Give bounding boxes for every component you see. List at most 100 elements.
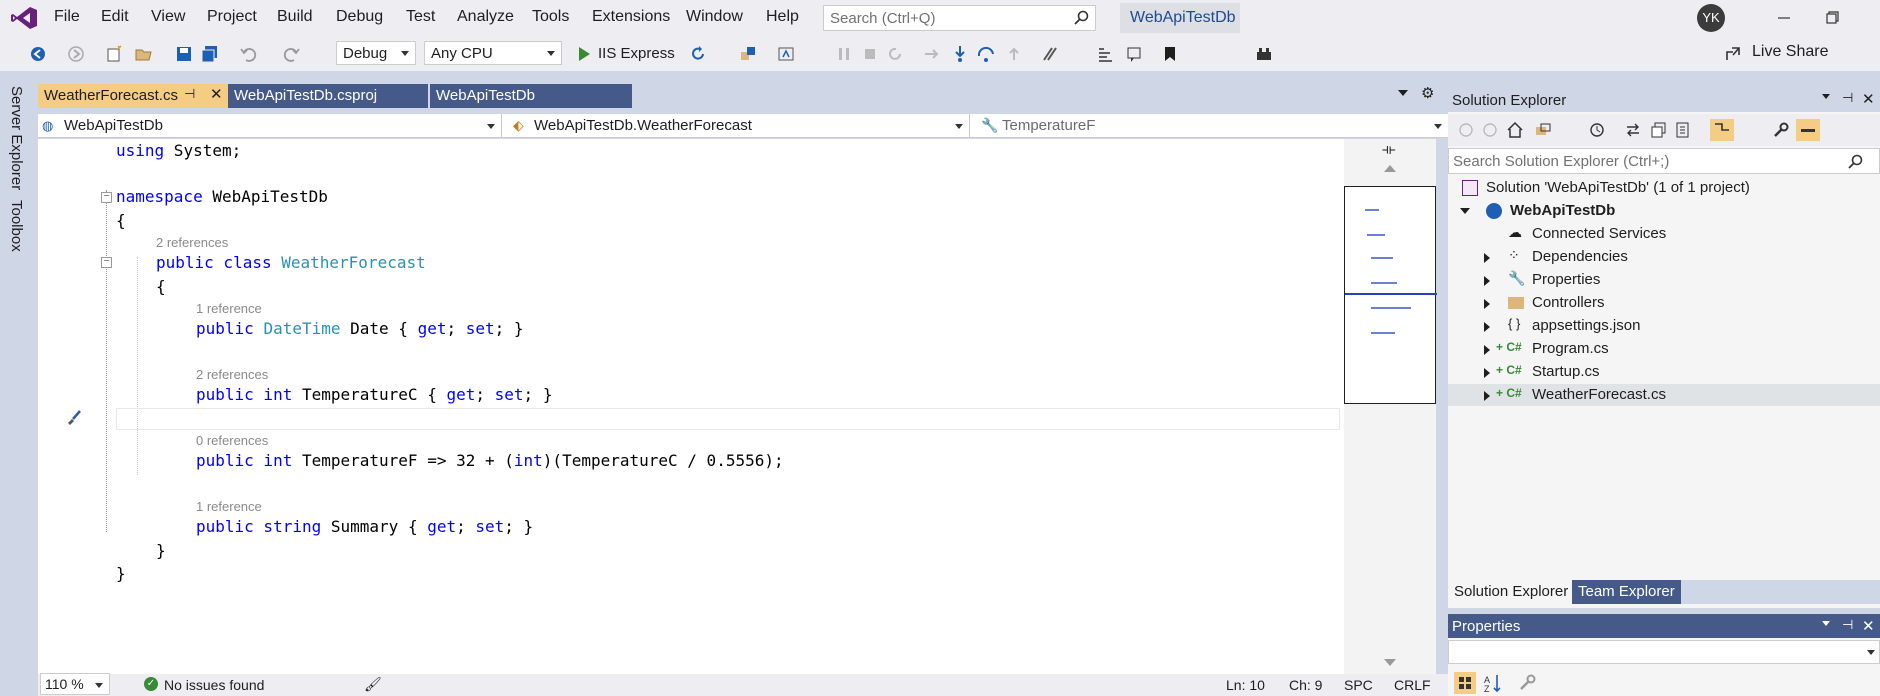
expand-arrow-icon[interactable] bbox=[1484, 299, 1490, 309]
property-pages-wrench-icon[interactable] bbox=[1518, 672, 1538, 692]
expand-arrow-icon[interactable] bbox=[1484, 322, 1490, 332]
scroll-down-icon[interactable] bbox=[1384, 659, 1396, 666]
config-dropdown[interactable]: Debug bbox=[336, 41, 416, 65]
type-dropdown[interactable]: ⬖ WebApiTestDb.WeatherForecast bbox=[508, 114, 970, 138]
close-icon[interactable]: ✕ bbox=[1862, 617, 1875, 635]
expand-arrow-icon[interactable] bbox=[1460, 208, 1470, 214]
menu-analyze[interactable]: Analyze bbox=[457, 8, 514, 26]
alphabetical-icon[interactable]: AZ bbox=[1482, 672, 1504, 694]
window-position-icon[interactable] bbox=[1822, 621, 1830, 626]
close-icon[interactable]: ✕ bbox=[1862, 90, 1875, 108]
whitespace-mode[interactable]: SPC bbox=[1344, 677, 1373, 693]
menu-window[interactable]: Window bbox=[686, 8, 743, 26]
run-target-button[interactable]: IIS Express bbox=[598, 45, 675, 62]
menu-debug[interactable]: Debug bbox=[336, 8, 383, 26]
menu-edit[interactable]: Edit bbox=[101, 8, 129, 26]
undo-icon[interactable] bbox=[238, 44, 258, 64]
format-document-icon[interactable] bbox=[1096, 44, 1116, 64]
expand-arrow-icon[interactable] bbox=[1484, 391, 1490, 401]
expand-arrow-icon[interactable] bbox=[1484, 276, 1490, 286]
tree-item-program[interactable]: + C# Program.cs bbox=[1448, 338, 1880, 360]
redo-icon[interactable] bbox=[282, 44, 302, 64]
restart-icon[interactable] bbox=[886, 44, 906, 64]
history-icon[interactable] bbox=[1588, 121, 1606, 139]
home-icon[interactable] bbox=[1506, 121, 1524, 139]
comment-icon[interactable] bbox=[1124, 44, 1144, 64]
step-over-icon[interactable] bbox=[976, 44, 996, 64]
expand-arrow-icon[interactable] bbox=[1484, 345, 1490, 355]
play-icon[interactable] bbox=[574, 44, 594, 64]
live-share-icon[interactable] bbox=[1724, 44, 1744, 64]
scroll-up-icon[interactable] bbox=[1384, 165, 1396, 172]
solution-explorer-search-input[interactable]: Search Solution Explorer (Ctrl+;) bbox=[1448, 148, 1880, 174]
switch-views-icon[interactable] bbox=[1534, 121, 1552, 139]
codelens-references[interactable]: 2 references bbox=[156, 235, 228, 250]
menu-view[interactable]: View bbox=[151, 8, 185, 26]
refresh-icon[interactable] bbox=[688, 44, 708, 64]
track-active-item-icon[interactable] bbox=[1710, 119, 1734, 141]
tree-item-properties[interactable]: 🔧 Properties bbox=[1448, 269, 1880, 291]
live-share-button[interactable]: Live Share bbox=[1752, 43, 1829, 61]
show-all-files-icon[interactable] bbox=[1674, 121, 1692, 139]
tree-item-solution[interactable]: Solution 'WebApiTestDb' (1 of 1 project) bbox=[1448, 177, 1880, 199]
tab-project[interactable]: WebApiTestDb bbox=[430, 84, 632, 108]
menu-tools[interactable]: Tools bbox=[532, 8, 569, 26]
new-project-icon[interactable] bbox=[104, 44, 124, 64]
categorized-icon[interactable] bbox=[1454, 672, 1476, 694]
minimize-icon[interactable] bbox=[1766, 4, 1802, 32]
tab-csproj[interactable]: WebApiTestDb.csproj bbox=[228, 84, 428, 108]
tree-item-connected-services[interactable]: ☁ Connected Services bbox=[1448, 223, 1880, 245]
tree-item-startup[interactable]: + C# Startup.cs bbox=[1448, 361, 1880, 383]
show-next-statement-icon[interactable] bbox=[922, 44, 942, 64]
open-folder-icon[interactable] bbox=[134, 44, 154, 64]
tab-team-explorer[interactable]: Team Explorer bbox=[1572, 580, 1681, 604]
forward-icon[interactable] bbox=[66, 44, 86, 64]
menu-test[interactable]: Test bbox=[406, 8, 435, 26]
server-explorer-tab[interactable]: Server Explorer bbox=[8, 86, 25, 190]
tree-item-project[interactable]: WebApiTestDb bbox=[1448, 200, 1880, 222]
issues-status[interactable]: No issues found bbox=[164, 677, 264, 693]
save-icon[interactable] bbox=[174, 44, 194, 64]
pin-icon[interactable]: ⊣ bbox=[184, 86, 195, 102]
tree-item-dependencies[interactable]: ⁘ Dependencies bbox=[1448, 246, 1880, 268]
tree-item-weatherforecast[interactable]: + C# WeatherForecast.cs bbox=[1448, 384, 1880, 406]
collapse-namespace-icon[interactable]: − bbox=[101, 192, 112, 203]
pause-icon[interactable] bbox=[834, 44, 854, 64]
back-icon[interactable] bbox=[1458, 122, 1474, 138]
quick-actions-brush-icon[interactable] bbox=[64, 409, 84, 429]
properties-wrench-icon[interactable] bbox=[1772, 121, 1790, 139]
restore-icon[interactable] bbox=[1815, 4, 1851, 32]
pin-icon[interactable]: ⊣ bbox=[1842, 90, 1853, 106]
code-cleanup-brush-icon[interactable]: 🖌 bbox=[364, 676, 382, 693]
browser-link-icon[interactable] bbox=[776, 44, 796, 64]
menu-extensions[interactable]: Extensions bbox=[592, 8, 670, 26]
menu-file[interactable]: File bbox=[54, 8, 80, 26]
stop-icon[interactable] bbox=[860, 44, 880, 64]
step-out-icon[interactable] bbox=[1004, 44, 1024, 64]
close-icon[interactable]: ✕ bbox=[210, 85, 223, 103]
save-all-icon[interactable] bbox=[200, 44, 220, 64]
build-icon[interactable] bbox=[1254, 44, 1274, 64]
line-ending[interactable]: CRLF bbox=[1394, 677, 1431, 693]
menu-build[interactable]: Build bbox=[277, 8, 313, 26]
menu-help[interactable]: Help bbox=[766, 8, 799, 26]
split-icon[interactable]: ⟛ bbox=[1382, 141, 1396, 158]
pin-icon[interactable]: ⊣ bbox=[1842, 617, 1853, 633]
tab-list-chevron-icon[interactable] bbox=[1398, 90, 1408, 96]
code-editor[interactable]: − − using System; namespace WebApiTestDb… bbox=[38, 139, 1344, 674]
platform-dropdown[interactable]: Any CPU bbox=[424, 41, 562, 65]
attach-icon[interactable] bbox=[738, 44, 758, 64]
codelens-references[interactable]: 0 references bbox=[196, 433, 268, 448]
bookmark-icon[interactable] bbox=[1160, 44, 1180, 64]
hot-reload-icon[interactable] bbox=[1040, 44, 1060, 64]
member-dropdown[interactable]: 🔧 TemperatureF bbox=[976, 114, 1448, 138]
tab-weatherforecast[interactable]: WeatherForecast.cs ⊣ ✕ bbox=[38, 84, 228, 108]
codelens-references[interactable]: 1 reference bbox=[196, 301, 262, 316]
properties-object-dropdown[interactable] bbox=[1448, 640, 1880, 664]
preview-selected-items-icon[interactable] bbox=[1796, 119, 1820, 141]
tree-item-appsettings[interactable]: { } appsettings.json bbox=[1448, 315, 1880, 337]
forward-icon[interactable] bbox=[1482, 122, 1498, 138]
step-into-icon[interactable] bbox=[950, 44, 970, 64]
menu-project[interactable]: Project bbox=[207, 8, 257, 26]
window-position-icon[interactable] bbox=[1822, 94, 1830, 99]
